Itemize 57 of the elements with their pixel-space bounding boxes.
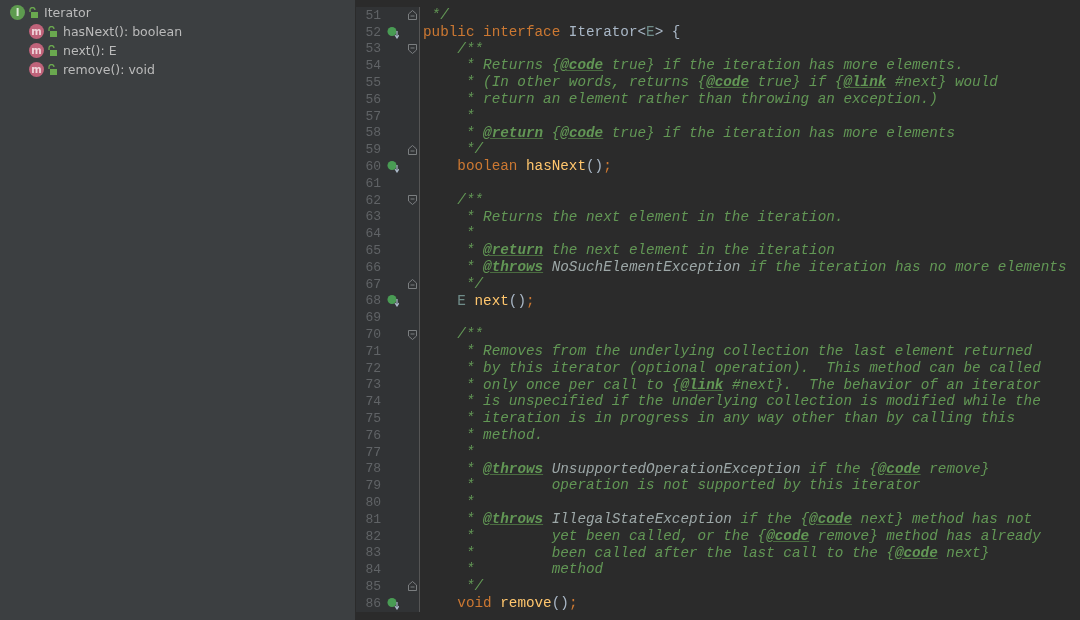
code-line: * Removes from the underlying collection the last element returned — [464, 342, 1033, 360]
code-line: * Returns {@code true} if the iteration has more elements. — [464, 57, 964, 75]
code-line: */ — [464, 275, 484, 293]
code-line: * yet been called, or the {@code remove} method has already — [464, 527, 1041, 545]
implemented-marker-icon[interactable] — [387, 294, 399, 308]
code-line: * operation is not supported by this iterator — [464, 477, 921, 495]
code-line: * is unspecified if the underlying collection is modified while the — [464, 393, 1041, 411]
fold-icon[interactable] — [407, 329, 417, 340]
code-line: * by this iterator (optional operation). This method can be called — [464, 359, 1041, 377]
code-line: */ — [464, 578, 484, 595]
code-line: * — [464, 494, 475, 511]
implemented-marker-icon[interactable] — [387, 596, 399, 610]
code-line: public interface Iterator<E> { — [422, 23, 681, 41]
method-icon: m — [29, 43, 44, 58]
code-line: * Returns the next element in the iteration. — [464, 208, 844, 226]
padlock-icon — [28, 7, 38, 18]
method-icon: m — [29, 24, 44, 39]
fold-icon[interactable] — [407, 581, 417, 592]
code-line: * return an element rather than throwing an exception.) — [464, 91, 938, 108]
code-line: * @throws NoSuchElementException if the iteration has no more elements — [464, 258, 1067, 276]
code-line: * only once per call to {@link #next}. The behavior of an iterator — [464, 376, 1041, 394]
code-line: E next(); — [456, 292, 535, 310]
code-line: * method. — [464, 426, 544, 444]
structure-item[interactable]: hasNext(): boolean — [63, 24, 183, 39]
padlock-icon — [47, 64, 57, 75]
fold-icon[interactable] — [407, 279, 417, 290]
padlock-icon — [47, 26, 57, 37]
code-line: */ — [430, 7, 449, 24]
method-icon: m — [29, 62, 44, 77]
fold-icon[interactable] — [407, 144, 417, 155]
implemented-marker-icon[interactable] — [387, 160, 399, 174]
code-line: * @return the next element in the iteration — [464, 242, 835, 259]
fold-icon[interactable] — [407, 10, 417, 21]
code-line: * — [464, 225, 475, 243]
structure-item[interactable]: next(): E — [63, 43, 117, 58]
code-line: void remove(); — [456, 594, 578, 612]
code-line: * — [464, 107, 475, 125]
code-line: * — [464, 443, 475, 461]
code-line: * iteration is in progress in any way other than by calling this — [464, 410, 1015, 427]
code-line: * method — [464, 561, 604, 579]
code-line: */ — [464, 141, 484, 159]
code-line: * @return {@code true} if the iteration has more elements — [464, 124, 955, 142]
code-line: * been called after the last call to the {@code next} — [464, 544, 990, 562]
code-line: * (In other words, returns {@code true} if {@link #next} would — [464, 74, 998, 91]
structure-item[interactable]: Iterator — [44, 5, 91, 20]
code-line: * @throws IllegalStateException if the {@code next} method has not — [464, 510, 1033, 528]
padlock-icon — [47, 45, 57, 56]
code-line: * @throws UnsupportedOperationException if the {@code remove} — [464, 460, 990, 478]
fold-icon[interactable] — [407, 195, 417, 206]
structure-item[interactable]: remove(): void — [63, 62, 155, 77]
code-line: boolean hasNext(); — [456, 158, 612, 175]
code-line: /** — [456, 40, 484, 58]
fold-icon[interactable] — [407, 44, 417, 54]
code-line: /** — [456, 326, 484, 343]
interface-icon: I — [10, 5, 25, 20]
code-line: /** — [456, 191, 484, 209]
implemented-marker-icon[interactable] — [387, 25, 399, 39]
